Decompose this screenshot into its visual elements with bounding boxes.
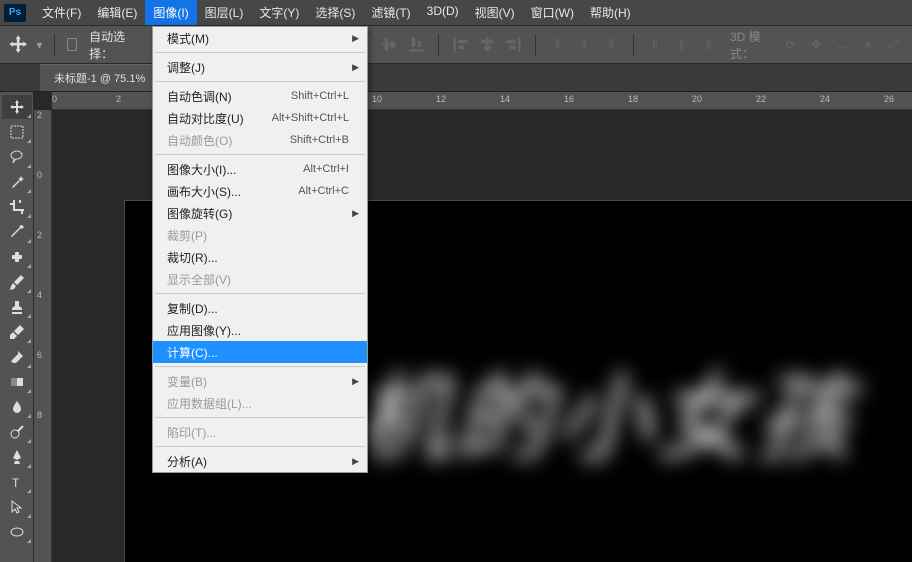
- menu-帮助[interactable]: 帮助(H): [582, 0, 639, 25]
- menu-图层[interactable]: 图层(L): [197, 0, 252, 25]
- options-bar: ▾ 自动选择： ⫴ ⫴ ⫴ ⫵ ⫵ ⫵ 3D 模式： ⟳ ✥ ↔ ☀ ⤢: [0, 26, 912, 64]
- dodge-tool[interactable]: [2, 420, 32, 444]
- menu-编辑[interactable]: 编辑(E): [89, 0, 145, 25]
- auto-select-checkbox[interactable]: [67, 38, 77, 51]
- menu-item-复制d[interactable]: 复制(D)...: [153, 297, 367, 319]
- menu-文字[interactable]: 文字(Y): [251, 0, 307, 25]
- eyedropper-tool[interactable]: [2, 220, 32, 244]
- app-logo: Ps: [4, 4, 26, 22]
- menu-item-显示全部v: 显示全部(V): [153, 268, 367, 290]
- gradient-tool[interactable]: [2, 370, 32, 394]
- magic-wand-tool[interactable]: [2, 170, 32, 194]
- menu-滤镜[interactable]: 滤镜(T): [363, 0, 418, 25]
- align-right-icon[interactable]: [504, 34, 523, 56]
- menu-item-裁切r[interactable]: 裁切(R)...: [153, 246, 367, 268]
- menu-图像[interactable]: 图像(I): [145, 0, 196, 25]
- menu-item-应用图像y[interactable]: 应用图像(Y)...: [153, 319, 367, 341]
- image-menu-dropdown: 模式(M) 调整(J) 自动色调(N)Shift+Ctrl+L自动对比度(U)Alt…: [152, 26, 368, 473]
- auto-select-label: 自动选择：: [89, 28, 133, 62]
- menu-item-自动颜色o: 自动颜色(O)Shift+Ctrl+B: [153, 129, 367, 151]
- menu-item-调整j[interactable]: 调整(J): [153, 56, 367, 78]
- dist-left-icon[interactable]: ⫵: [645, 34, 664, 56]
- history-brush-tool[interactable]: [2, 320, 32, 344]
- menu-选择[interactable]: 选择(S): [307, 0, 363, 25]
- dist-right-icon[interactable]: ⫵: [699, 34, 718, 56]
- eraser-tool[interactable]: [2, 345, 32, 369]
- menubar: Ps 文件(F)编辑(E)图像(I)图层(L)文字(Y)选择(S)滤镜(T)3D…: [0, 0, 912, 26]
- menu-item-自动色调n[interactable]: 自动色调(N)Shift+Ctrl+L: [153, 85, 367, 107]
- menu-item-自动对比度u[interactable]: 自动对比度(U)Alt+Shift+Ctrl+L: [153, 107, 367, 129]
- menu-item-裁剪p: 裁剪(P): [153, 224, 367, 246]
- menu-item-变量b: 变量(B): [153, 370, 367, 392]
- align-vcenter-icon[interactable]: [380, 34, 399, 56]
- align-left-icon[interactable]: [451, 34, 470, 56]
- align-bottom-icon[interactable]: [407, 34, 426, 56]
- menu-文件[interactable]: 文件(F): [34, 0, 89, 25]
- dist-vcenter-icon[interactable]: ⫴: [575, 34, 594, 56]
- move-tool-icon[interactable]: [8, 31, 28, 59]
- menu-item-图像大小i[interactable]: 图像大小(I)...Alt+Ctrl+I: [153, 158, 367, 180]
- document-tabs: 未标题-1 @ 75.1%: [0, 64, 912, 92]
- document-tab[interactable]: 未标题-1 @ 75.1%: [40, 64, 159, 91]
- pen-tool[interactable]: [2, 445, 32, 469]
- brush-tool[interactable]: [2, 270, 32, 294]
- menu-item-模式m[interactable]: 模式(M): [153, 27, 367, 49]
- marquee-tool[interactable]: [2, 120, 32, 144]
- crop-tool[interactable]: [2, 195, 32, 219]
- slide-icon[interactable]: ↔: [831, 34, 853, 56]
- menu-item-计算c[interactable]: 计算(C)...: [153, 341, 367, 363]
- stamp-tool[interactable]: [2, 295, 32, 319]
- dist-top-icon[interactable]: ⫴: [548, 34, 567, 56]
- path-select-tool[interactable]: [2, 495, 32, 519]
- shape-tool[interactable]: [2, 520, 32, 544]
- menu-item-应用数据组l: 应用数据组(L)...: [153, 392, 367, 414]
- menu-item-画布大小s[interactable]: 画布大小(S)...Alt+Ctrl+C: [153, 180, 367, 202]
- canvas-text-content: 机的小女孩: [355, 341, 855, 480]
- move-tool[interactable]: [2, 95, 32, 119]
- mode3d-label: 3D 模式：: [730, 28, 776, 62]
- dist-bottom-icon[interactable]: ⫴: [602, 34, 621, 56]
- scale-icon[interactable]: ⤢: [882, 34, 904, 56]
- menu-3d[interactable]: 3D(D): [419, 0, 467, 25]
- blur-tool[interactable]: [2, 395, 32, 419]
- lasso-tool[interactable]: [2, 145, 32, 169]
- svg-text:T: T: [12, 476, 20, 490]
- tools-panel: T: [0, 92, 34, 562]
- menu-窗口[interactable]: 窗口(W): [523, 0, 582, 25]
- light-icon[interactable]: ☀: [857, 34, 879, 56]
- menu-视图[interactable]: 视图(V): [467, 0, 523, 25]
- ruler-vertical[interactable]: 202468: [34, 110, 52, 562]
- orbit-icon[interactable]: ⟳: [780, 34, 802, 56]
- menu-item-图像旋转g[interactable]: 图像旋转(G): [153, 202, 367, 224]
- menu-item-分析a[interactable]: 分析(A): [153, 450, 367, 472]
- pan-icon[interactable]: ✥: [805, 34, 827, 56]
- menu-item-陷印t: 陷印(T)...: [153, 421, 367, 443]
- align-hcenter-icon[interactable]: [478, 34, 497, 56]
- dist-hcenter-icon[interactable]: ⫵: [672, 34, 691, 56]
- type-tool[interactable]: T: [2, 470, 32, 494]
- healing-tool[interactable]: [2, 245, 32, 269]
